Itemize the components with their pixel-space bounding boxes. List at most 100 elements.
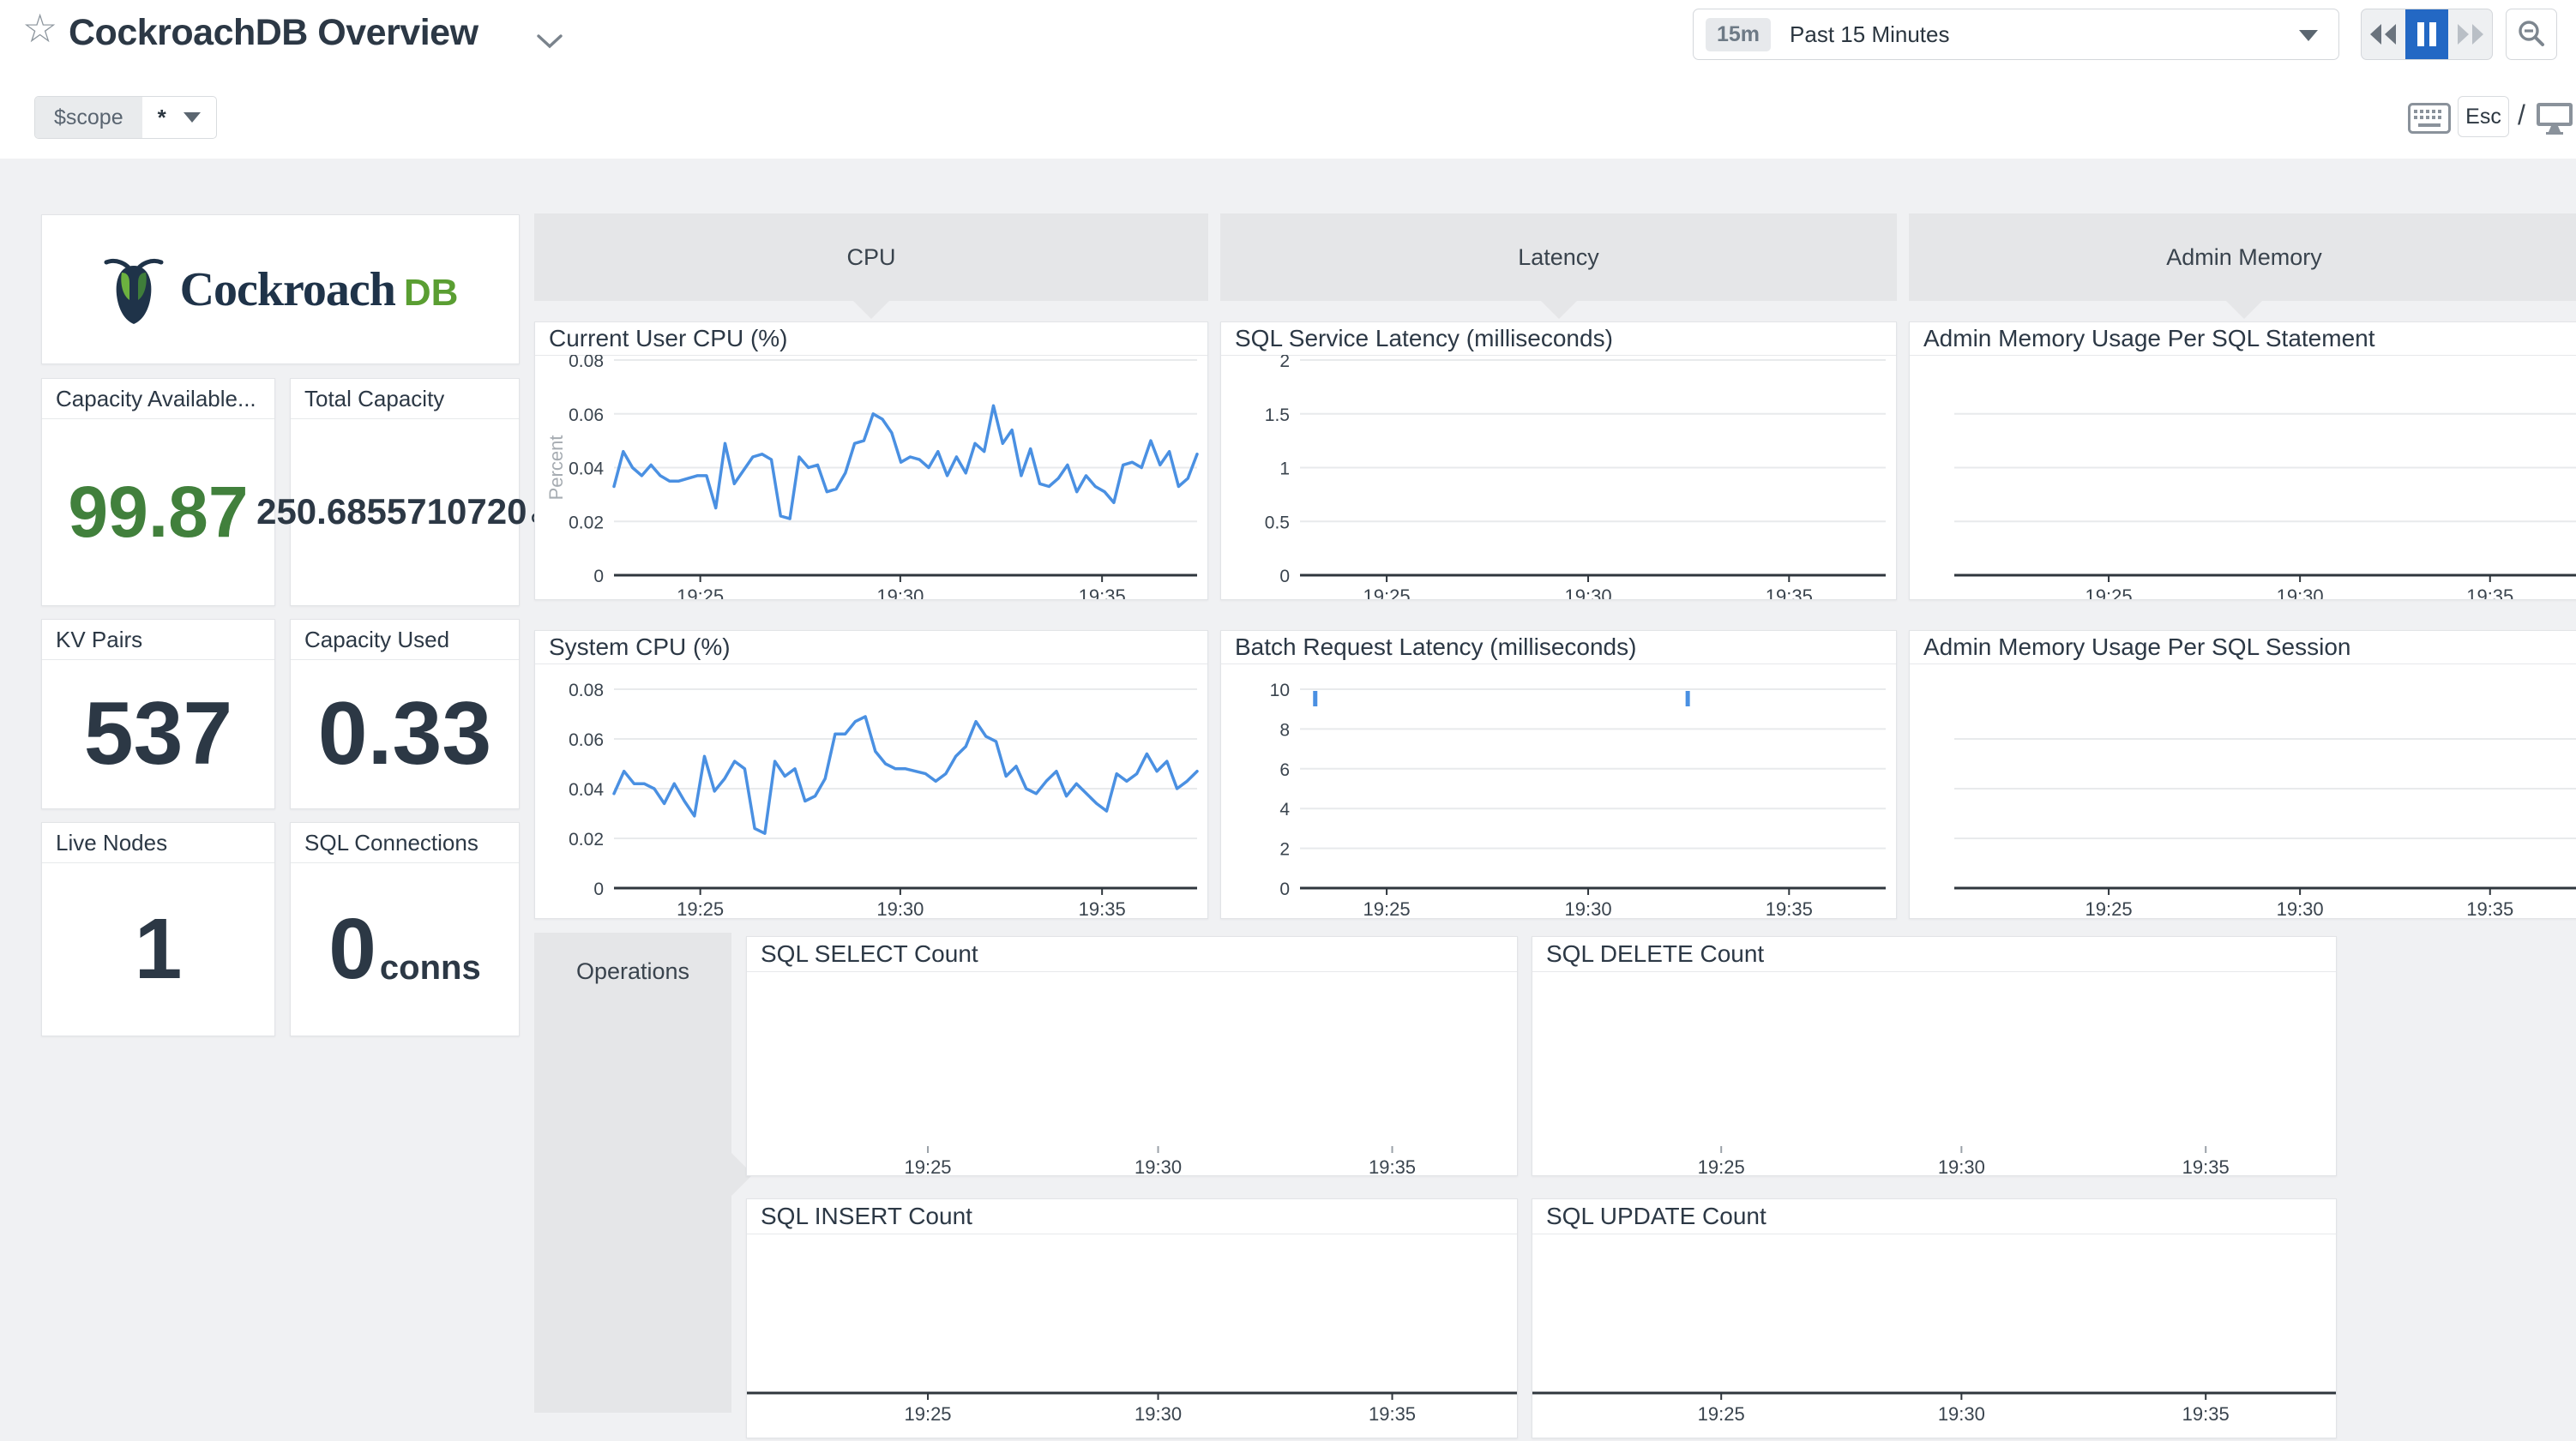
svg-text:19:30: 19:30	[1135, 1156, 1182, 1175]
chart-title: SQL UPDATE Count	[1532, 1199, 2336, 1234]
svg-text:19:35: 19:35	[1766, 585, 1813, 599]
chart-plot-admin-memory-statement[interactable]: 19:25 19:30 19:35	[1910, 355, 2576, 599]
template-variable-scope[interactable]: $scope *	[34, 96, 217, 139]
magnifier-minus-icon	[2516, 19, 2547, 50]
stat-label: Capacity Available...	[42, 379, 274, 419]
chart-plot-sql-service-latency[interactable]: 21.510.5019:2519:3019:35	[1221, 355, 1896, 599]
svg-text:0: 0	[593, 880, 604, 899]
chart-card-sql-delete-count: SQL DELETE Count 19:2519:3019:35	[1532, 936, 2337, 1176]
scope-value-dropdown[interactable]: *	[142, 97, 216, 138]
chart-plot-sql-update-count[interactable]: 19:25 19:30 19:35	[1532, 1234, 2336, 1438]
svg-text:0: 0	[1279, 567, 1290, 586]
svg-text:1.5: 1.5	[1265, 405, 1290, 425]
group-notch	[1540, 300, 1578, 319]
svg-text:0.04: 0.04	[569, 459, 604, 479]
chart-card-sql-select-count: SQL SELECT Count 19:2519:3019:35	[746, 936, 1518, 1176]
chart-title: Admin Memory Usage Per SQL Session	[1910, 631, 2576, 664]
svg-text:0.02: 0.02	[569, 830, 604, 850]
time-range-selector[interactable]: 15m Past 15 Minutes	[1693, 9, 2339, 60]
stat-card-capacity-used[interactable]: Capacity Used 0.33	[290, 619, 520, 809]
svg-text:19:35: 19:35	[1079, 898, 1126, 918]
time-range-label: Past 15 Minutes	[1790, 21, 1949, 48]
chart-title: Current User CPU (%)	[535, 322, 1207, 356]
svg-text:19:35: 19:35	[1369, 1403, 1416, 1425]
svg-text:19:35: 19:35	[1766, 898, 1813, 918]
svg-text:19:25: 19:25	[904, 1403, 951, 1425]
group-header-cpu[interactable]: CPU	[534, 213, 1208, 301]
stat-card-live-nodes[interactable]: Live Nodes 1	[41, 822, 275, 1036]
chart-plot-current-user-cpu[interactable]: 0.080.060.040.02019:2519:3019:35Percent	[535, 355, 1207, 599]
stat-card-total-capacity[interactable]: Total Capacity 250.6855710720 GB	[290, 378, 520, 606]
chart-plot-sql-insert-count[interactable]: 19:2519:3019:35	[747, 1234, 1517, 1438]
chart-title: SQL INSERT Count	[747, 1199, 1517, 1234]
stat-value: 250.6855710720	[256, 494, 527, 530]
esc-key-badge: Esc	[2458, 96, 2509, 137]
svg-text:19:30: 19:30	[1938, 1156, 1985, 1175]
chart-plot-batch-request-latency[interactable]: 108642019:2519:3019:35	[1221, 663, 1896, 918]
svg-text:19:30: 19:30	[2277, 585, 2324, 599]
svg-text:19:25: 19:25	[1363, 585, 1411, 599]
svg-text:0.04: 0.04	[569, 780, 604, 800]
group-header-latency[interactable]: Latency	[1220, 213, 1897, 301]
stat-card-capacity-available[interactable]: Capacity Available... 99.87	[41, 378, 275, 606]
time-range-badge: 15m	[1706, 18, 1771, 51]
svg-text:19:25: 19:25	[1698, 1403, 1745, 1425]
svg-text:19:25: 19:25	[2085, 898, 2133, 918]
stat-label: SQL Connections	[291, 823, 519, 863]
chart-plot-sql-delete-count[interactable]: 19:25 19:30 19:35	[1532, 971, 2336, 1175]
scope-name: $scope	[35, 97, 142, 138]
cockroach-bug-icon	[103, 254, 165, 326]
logo-brand-text: Cockroach	[180, 263, 395, 316]
rewind-button[interactable]	[2362, 9, 2405, 59]
svg-text:19:25: 19:25	[2085, 585, 2133, 599]
chart-card-admin-memory-statement: Admin Memory Usage Per SQL Statement 19:…	[1909, 321, 2576, 600]
svg-text:0: 0	[593, 567, 604, 586]
svg-text:0.06: 0.06	[569, 405, 604, 425]
stat-label: Live Nodes	[42, 823, 274, 863]
svg-text:19:35: 19:35	[2466, 585, 2513, 599]
chart-title: SQL SELECT Count	[747, 937, 1517, 972]
fast-forward-button[interactable]	[2448, 9, 2492, 59]
svg-text:0: 0	[1279, 880, 1290, 899]
svg-text:19:30: 19:30	[876, 585, 924, 599]
group-header-operations[interactable]: Operations	[534, 933, 731, 1413]
svg-text:19:30: 19:30	[2277, 898, 2324, 918]
keyboard-icon[interactable]	[2408, 103, 2451, 138]
group-label: Operations	[534, 958, 731, 985]
stat-value: 537	[84, 689, 233, 778]
page-title: CockroachDB Overview	[69, 12, 478, 54]
svg-text:19:25: 19:25	[1698, 1156, 1745, 1175]
svg-text:19:30: 19:30	[876, 898, 924, 918]
svg-text:19:35: 19:35	[2466, 898, 2513, 918]
stat-value: 99.87	[68, 476, 248, 548]
svg-text:Percent: Percent	[545, 435, 567, 501]
stat-card-kv-pairs[interactable]: KV Pairs 537	[41, 619, 275, 809]
group-header-admin-memory[interactable]: Admin Memory	[1909, 213, 2576, 301]
svg-text:8: 8	[1279, 720, 1290, 740]
chart-plot-admin-memory-session[interactable]: 19:25 19:30 19:35	[1910, 663, 2576, 918]
svg-text:6: 6	[1279, 760, 1290, 780]
playback-controls	[2361, 9, 2493, 60]
svg-text:19:30: 19:30	[1938, 1403, 1985, 1425]
svg-text:19:35: 19:35	[2182, 1156, 2230, 1175]
favorite-star-icon[interactable]: ☆	[22, 9, 57, 48]
svg-text:19:35: 19:35	[2182, 1403, 2230, 1425]
dashboard-page: ☆ CockroachDB Overview 15m Past 15 Minut…	[0, 0, 2576, 1441]
title-chevron-down-icon[interactable]	[535, 33, 564, 54]
pause-button[interactable]	[2405, 9, 2449, 59]
slash-separator: /	[2518, 99, 2525, 131]
stat-card-sql-connections[interactable]: SQL Connections 0 conns	[290, 822, 520, 1036]
time-range-caret-icon	[2299, 30, 2318, 41]
chart-card-batch-request-latency: Batch Request Latency (milliseconds) 108…	[1220, 630, 1897, 919]
stat-unit: conns	[380, 949, 481, 988]
svg-text:19:25: 19:25	[904, 1156, 951, 1175]
chart-plot-system-cpu[interactable]: 0.080.060.040.02019:2519:3019:35	[535, 663, 1207, 918]
logo-card: CockroachDB	[41, 214, 520, 364]
logo-db-text: DB	[404, 272, 459, 314]
svg-text:0.5: 0.5	[1265, 513, 1290, 532]
chart-plot-sql-select-count[interactable]: 19:2519:3019:35	[747, 971, 1517, 1175]
svg-text:4: 4	[1279, 800, 1290, 820]
stat-value: 0.33	[318, 689, 491, 778]
monitor-icon[interactable]	[2535, 101, 2574, 140]
zoom-out-button[interactable]	[2506, 9, 2557, 60]
